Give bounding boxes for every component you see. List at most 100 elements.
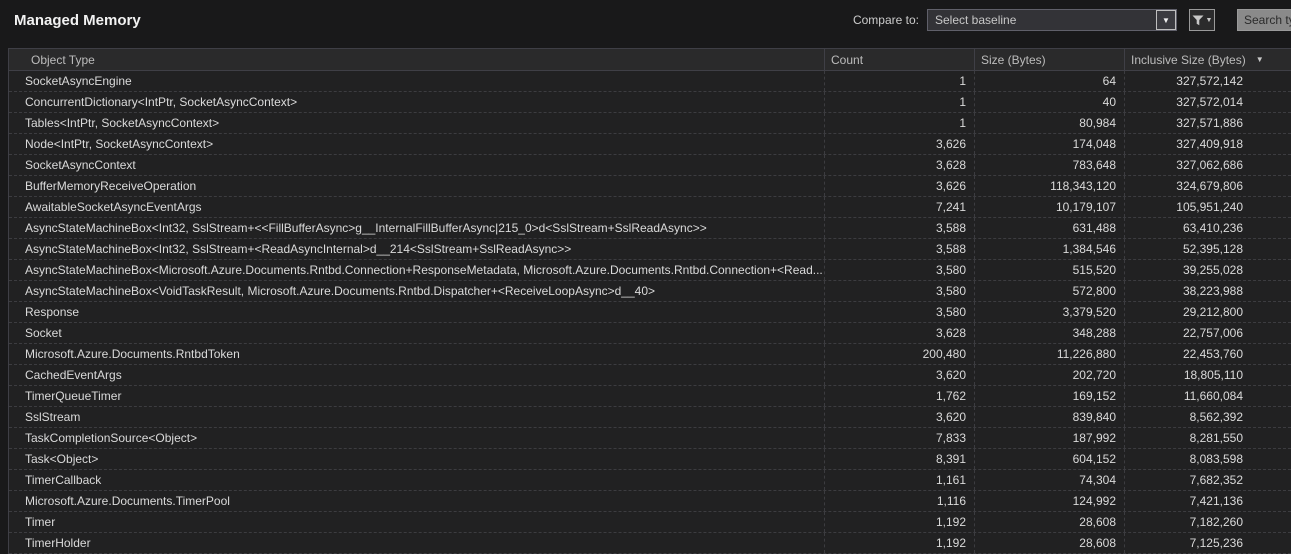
inclusive-size-cell: 327,572,142	[1124, 71, 1291, 91]
size-cell: 169,152	[974, 386, 1124, 406]
object-type-cell: Microsoft.Azure.Documents.TimerPool	[25, 494, 230, 508]
count-cell: 1	[824, 113, 974, 133]
managed-memory-view: Managed Memory Compare to: Select baseli…	[0, 0, 1291, 554]
count-cell: 3,620	[824, 365, 974, 385]
column-header-object-type[interactable]: Object Type	[9, 49, 824, 70]
count-cell: 3,628	[824, 155, 974, 175]
inclusive-size-cell: 105,951,240	[1124, 197, 1291, 217]
table-row[interactable]: TimerHolder 1,192 28,608 7,125,236	[9, 533, 1291, 554]
table-body: SocketAsyncEngine 1 64 327,572,142 Concu…	[9, 71, 1291, 554]
object-type-table: Object Type Count Size (Bytes) Inclusive…	[8, 48, 1291, 554]
inclusive-size-cell: 8,083,598	[1124, 449, 1291, 469]
table-row[interactable]: BufferMemoryReceiveOperation 3,626 118,3…	[9, 176, 1291, 197]
column-header-size-bytes[interactable]: Size (Bytes)	[974, 49, 1124, 70]
count-cell: 3,580	[824, 281, 974, 301]
table-row[interactable]: CachedEventArgs 3,620 202,720 18,805,110	[9, 365, 1291, 386]
size-cell: 40	[974, 92, 1124, 112]
count-cell: 1,192	[824, 512, 974, 532]
table-row[interactable]: Response 3,580 3,379,520 29,212,800	[9, 302, 1291, 323]
table-row[interactable]: AsyncStateMachineBox<Microsoft.Azure.Doc…	[9, 260, 1291, 281]
size-cell: 64	[974, 71, 1124, 91]
compare-to-label: Compare to:	[852, 13, 919, 27]
table-row[interactable]: Socket 3,628 348,288 22,757,006	[9, 323, 1291, 344]
count-cell: 3,626	[824, 134, 974, 154]
size-cell: 74,304	[974, 470, 1124, 490]
table-row[interactable]: TaskCompletionSource<Object> 7,833 187,9…	[9, 428, 1291, 449]
size-cell: 28,608	[974, 512, 1124, 532]
inclusive-size-cell: 18,805,110	[1124, 365, 1291, 385]
table-row[interactable]: Microsoft.Azure.Documents.RntbdToken 200…	[9, 344, 1291, 365]
inclusive-size-cell: 22,453,760	[1124, 344, 1291, 364]
object-type-cell: AsyncStateMachineBox<Int32, SslStream+<<…	[25, 221, 707, 235]
table-row[interactable]: Microsoft.Azure.Documents.TimerPool 1,11…	[9, 491, 1291, 512]
count-cell: 1	[824, 92, 974, 112]
size-cell: 202,720	[974, 365, 1124, 385]
size-cell: 783,648	[974, 155, 1124, 175]
table-row[interactable]: Tables<IntPtr, SocketAsyncContext> 1 80,…	[9, 113, 1291, 134]
object-type-cell: AwaitableSocketAsyncEventArgs	[25, 200, 202, 214]
count-cell: 1,116	[824, 491, 974, 511]
inclusive-size-cell: 7,182,260	[1124, 512, 1291, 532]
table-row[interactable]: SocketAsyncEngine 1 64 327,572,142	[9, 71, 1291, 92]
page-title: Managed Memory	[14, 11, 141, 29]
table-row[interactable]: AwaitableSocketAsyncEventArgs 7,241 10,1…	[9, 197, 1291, 218]
object-type-cell: Task<Object>	[25, 452, 99, 466]
object-type-cell: SocketAsyncEngine	[25, 74, 132, 88]
inclusive-size-cell: 327,062,686	[1124, 155, 1291, 175]
table-row[interactable]: AsyncStateMachineBox<Int32, SslStream+<<…	[9, 218, 1291, 239]
inclusive-size-cell: 39,255,028	[1124, 260, 1291, 280]
filter-caret-icon: ▼	[1205, 16, 1213, 24]
size-cell: 174,048	[974, 134, 1124, 154]
size-cell: 631,488	[974, 218, 1124, 238]
object-type-cell: ConcurrentDictionary<IntPtr, SocketAsync…	[25, 95, 298, 109]
size-cell: 3,379,520	[974, 302, 1124, 322]
object-type-cell: Response	[25, 305, 80, 319]
column-header-count[interactable]: Count	[824, 49, 974, 70]
inclusive-size-cell: 327,409,918	[1124, 134, 1291, 154]
inclusive-size-cell: 8,562,392	[1124, 407, 1291, 427]
chevron-down-icon[interactable]: ▼	[1156, 10, 1176, 30]
column-header-inclusive-size-bytes[interactable]: Inclusive Size (Bytes) ▼	[1124, 49, 1291, 70]
size-cell: 348,288	[974, 323, 1124, 343]
table-row[interactable]: TimerCallback 1,161 74,304 7,682,352	[9, 470, 1291, 491]
object-type-cell: TimerCallback	[25, 473, 102, 487]
table-row[interactable]: AsyncStateMachineBox<VoidTaskResult, Mic…	[9, 281, 1291, 302]
object-type-cell: TimerHolder	[25, 536, 91, 550]
count-cell: 1	[824, 71, 974, 91]
table-row[interactable]: SslStream 3,620 839,840 8,562,392	[9, 407, 1291, 428]
table-row[interactable]: Task<Object> 8,391 604,152 8,083,598	[9, 449, 1291, 470]
object-type-cell: Socket	[25, 326, 62, 340]
inclusive-size-cell: 11,660,084	[1124, 386, 1291, 406]
table-row[interactable]: AsyncStateMachineBox<Int32, SslStream+<R…	[9, 239, 1291, 260]
inclusive-size-cell: 7,125,236	[1124, 533, 1291, 553]
inclusive-size-cell: 7,421,136	[1124, 491, 1291, 511]
baseline-dropdown-value: Select baseline	[935, 13, 1017, 27]
table-row[interactable]: ConcurrentDictionary<IntPtr, SocketAsync…	[9, 92, 1291, 113]
size-cell: 80,984	[974, 113, 1124, 133]
object-type-cell: AsyncStateMachineBox<Microsoft.Azure.Doc…	[25, 263, 823, 277]
size-cell: 11,226,880	[974, 344, 1124, 364]
toolbar: Managed Memory Compare to: Select baseli…	[0, 0, 1291, 40]
count-cell: 3,588	[824, 239, 974, 259]
count-cell: 1,161	[824, 470, 974, 490]
table-row[interactable]: Timer 1,192 28,608 7,182,260	[9, 512, 1291, 533]
baseline-dropdown[interactable]: Select baseline ▼	[927, 9, 1177, 31]
filter-icon	[1192, 15, 1204, 26]
object-type-cell: TaskCompletionSource<Object>	[25, 431, 198, 445]
table-row[interactable]: TimerQueueTimer 1,762 169,152 11,660,084	[9, 386, 1291, 407]
object-type-cell: CachedEventArgs	[25, 368, 122, 382]
count-cell: 3,580	[824, 302, 974, 322]
inclusive-size-cell: 63,410,236	[1124, 218, 1291, 238]
object-type-cell: SocketAsyncContext	[25, 158, 136, 172]
object-type-cell: BufferMemoryReceiveOperation	[25, 179, 197, 193]
inclusive-size-header-label: Inclusive Size (Bytes)	[1131, 52, 1246, 67]
table-row[interactable]: Node<IntPtr, SocketAsyncContext> 3,626 1…	[9, 134, 1291, 155]
inclusive-size-cell: 38,223,988	[1124, 281, 1291, 301]
table-row[interactable]: SocketAsyncContext 3,628 783,648 327,062…	[9, 155, 1291, 176]
filter-button[interactable]: ▼	[1189, 9, 1215, 31]
inclusive-size-cell: 22,757,006	[1124, 323, 1291, 343]
search-input[interactable]	[1237, 9, 1291, 31]
size-cell: 572,800	[974, 281, 1124, 301]
sort-descending-icon: ▼	[1255, 55, 1264, 64]
size-cell: 10,179,107	[974, 197, 1124, 217]
